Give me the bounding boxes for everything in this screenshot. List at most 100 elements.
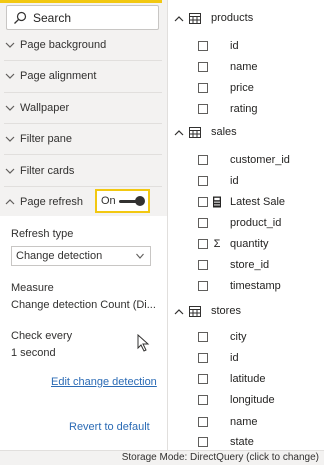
measure-value[interactable]: Change detection Count (Di...: [11, 299, 156, 311]
chevron-down-icon: [136, 253, 144, 259]
section-filter-cards[interactable]: Filter cards: [0, 158, 167, 186]
field-name: customer_id: [230, 154, 290, 166]
field-item[interactable]: rating: [196, 101, 322, 119]
chevron-down-icon: [5, 42, 15, 48]
chevron-up-icon: [5, 199, 15, 205]
field-name: name: [230, 416, 258, 428]
search-input[interactable]: Search: [6, 5, 159, 30]
sigma-icon: Σ: [213, 238, 221, 250]
table-name: stores: [211, 305, 241, 317]
field-name: city: [230, 331, 247, 343]
chevron-down-icon: [5, 136, 15, 142]
chevron-down-icon: [5, 168, 15, 174]
table-name: sales: [211, 126, 237, 138]
field-checkbox[interactable]: [198, 239, 208, 249]
field-item[interactable]: id: [196, 38, 322, 56]
edit-change-detection-link[interactable]: Edit change detection: [51, 376, 157, 388]
section-label: Page refresh: [20, 196, 83, 208]
field-item[interactable]: store_id: [196, 257, 322, 275]
toggle-label: On: [101, 195, 116, 207]
chevron-down-icon: [5, 73, 15, 79]
field-item[interactable]: product_id: [196, 215, 322, 233]
field-item[interactable]: price: [196, 80, 322, 98]
field-checkbox[interactable]: [198, 353, 208, 363]
field-item[interactable]: longitude: [196, 392, 322, 410]
field-item[interactable]: timestamp: [196, 278, 322, 296]
field-name: timestamp: [230, 280, 281, 292]
revert-to-default-link[interactable]: Revert to default: [69, 421, 150, 433]
field-name: quantity: [230, 238, 269, 250]
accent-strip: [0, 0, 162, 3]
field-checkbox[interactable]: [198, 260, 208, 270]
field-checkbox[interactable]: [198, 218, 208, 228]
field-item[interactable]: name: [196, 414, 322, 432]
field-checkbox[interactable]: [198, 104, 208, 114]
field-checkbox[interactable]: [198, 395, 208, 405]
field-name: rating: [230, 103, 258, 115]
search-icon: [14, 11, 27, 24]
field-checkbox[interactable]: [198, 437, 208, 447]
field-item[interactable]: id: [196, 173, 322, 191]
field-name: Latest Sale: [230, 196, 286, 208]
table-products[interactable]: products: [172, 9, 322, 29]
chevron-up-icon: [174, 309, 184, 315]
field-checkbox[interactable]: [198, 41, 208, 51]
table-stores[interactable]: stores: [172, 302, 322, 322]
field-name: state: [230, 436, 254, 448]
section-filter-pane[interactable]: Filter pane: [0, 126, 167, 154]
divider: [4, 92, 162, 93]
section-label: Filter cards: [20, 165, 75, 177]
mouse-cursor-icon: [137, 334, 150, 352]
field-item[interactable]: customer_id: [196, 152, 322, 170]
field-checkbox[interactable]: [198, 417, 208, 427]
page-refresh-toggle[interactable]: On: [95, 189, 150, 213]
field-checkbox[interactable]: [198, 197, 208, 207]
check-every-value: 1 second: [11, 347, 56, 359]
refresh-type-label: Refresh type: [11, 228, 74, 240]
field-checkbox[interactable]: [198, 155, 208, 165]
field-checkbox[interactable]: [198, 62, 208, 72]
divider: [4, 60, 162, 61]
field-item[interactable]: name: [196, 59, 322, 77]
check-every-label: Check every: [11, 330, 73, 342]
chevron-up-icon: [174, 16, 184, 22]
refresh-type-dropdown[interactable]: Change detection: [11, 246, 151, 266]
field-name: latitude: [230, 373, 266, 385]
chevron-down-icon: [5, 105, 15, 111]
refresh-type-value: Change detection: [16, 250, 103, 262]
section-page-background[interactable]: Page background: [0, 32, 167, 60]
status-bar[interactable]: Storage Mode: DirectQuery (click to chan…: [0, 450, 324, 465]
field-checkbox[interactable]: [198, 83, 208, 93]
section-page-alignment[interactable]: Page alignment: [0, 63, 167, 91]
table-icon: [189, 306, 201, 317]
field-item[interactable]: latitude: [196, 371, 322, 389]
field-name: id: [230, 352, 239, 364]
section-label: Filter pane: [20, 133, 72, 145]
chevron-up-icon: [174, 130, 184, 136]
field-item[interactable]: city: [196, 329, 322, 347]
field-item[interactable]: Σ quantity: [196, 236, 322, 254]
table-icon: [189, 13, 201, 24]
table-icon: [189, 127, 201, 138]
divider: [4, 186, 162, 187]
search-placeholder: Search: [33, 11, 72, 25]
field-checkbox[interactable]: [198, 332, 208, 342]
field-checkbox[interactable]: [198, 281, 208, 291]
field-checkbox[interactable]: [198, 374, 208, 384]
table-name: products: [211, 12, 254, 24]
calculator-icon: [213, 196, 221, 208]
field-name: price: [230, 82, 254, 94]
field-item[interactable]: Latest Sale: [196, 194, 322, 212]
field-name: name: [230, 61, 258, 73]
field-name: longitude: [230, 394, 275, 406]
toggle-knob: [135, 196, 145, 206]
measure-label: Measure: [11, 282, 54, 294]
field-item[interactable]: id: [196, 350, 322, 368]
section-wallpaper[interactable]: Wallpaper: [0, 95, 167, 123]
section-label: Wallpaper: [20, 102, 70, 114]
field-checkbox[interactable]: [198, 176, 208, 186]
field-name: store_id: [230, 259, 270, 271]
divider: [4, 154, 162, 155]
table-sales[interactable]: sales: [172, 123, 322, 143]
storage-mode-text[interactable]: Storage Mode: DirectQuery (click to chan…: [122, 452, 319, 463]
